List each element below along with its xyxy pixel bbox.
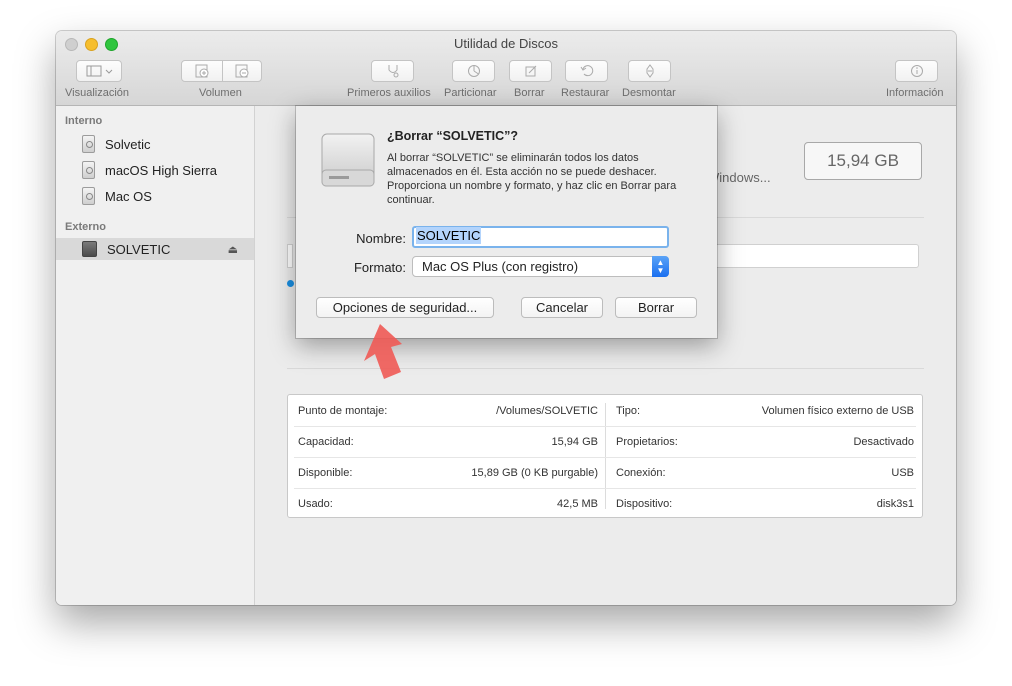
internal-disk-icon [82,187,95,205]
sidebar-header-internal: Interno [65,115,103,127]
info-button[interactable] [895,60,938,82]
sidebar-item-label: macOS High Sierra [105,162,217,178]
sidebar-item-solvetic-external[interactable]: SOLVETIC ⏏ [56,238,254,260]
external-drive-icon [321,133,375,187]
volume-segmented-control[interactable] [181,60,262,82]
sidebar-item-label: Mac OS [105,188,152,204]
toolbar-label-primeros-auxilios: Primeros auxilios [347,87,431,99]
window-title: Utilidad de Discos [453,36,559,51]
sidebar-item-label: Solvetic [105,136,151,152]
info-table: Punto de montaje: /Volumes/SOLVETIC Tipo… [287,394,923,518]
info-icon [910,65,923,77]
first-aid-button[interactable] [371,60,414,82]
internal-disk-icon [82,135,95,153]
unmount-button[interactable] [628,60,671,82]
capacity-badge: 15,94 GB [804,142,922,180]
external-disk-icon [82,241,97,257]
erase-dialog: ¿Borrar “SOLVETIC”? Al borrar “SOLVETIC”… [296,106,717,338]
restore-icon [580,65,593,77]
security-options-button[interactable]: Opciones de seguridad... [316,297,494,318]
cancel-button[interactable]: Cancelar [521,297,603,318]
format-select[interactable]: Mac OS Plus (con registro) ▲ ▼ [412,256,669,277]
pie-chart-icon [467,65,480,77]
table-row: Capacidad: 15,94 GB Propietarios: Desact… [298,436,914,448]
confirm-erase-button[interactable]: Borrar [615,297,697,318]
sidebar-item-label: SOLVETIC [107,241,171,257]
eject-icon[interactable]: ⏏ [228,243,238,256]
sidebar-header-external: Externo [65,221,106,233]
annotation-arrow-icon [364,324,402,379]
table-row: Usado: 42,5 MB Dispositivo: disk3s1 [298,498,914,510]
toolbar-label-particionar: Particionar [444,87,497,99]
toolbar-label-informacion: Información [886,87,944,99]
dialog-message: Al borrar “SOLVETIC” se eliminarán todos… [387,152,677,206]
toolbar: Utilidad de Discos Visualización Volumen… [56,31,956,106]
internal-disk-icon [82,161,95,179]
sidebar-item-solvetic[interactable]: Solvetic [56,133,254,155]
name-field-value: SOLVETIC [416,227,482,244]
table-row: Disponible: 15,89 GB (0 KB purgable) Con… [298,467,914,479]
updown-chevron-icon: ▲ ▼ [652,256,669,277]
erase-button[interactable] [509,60,552,82]
erase-icon [525,65,536,77]
toolbar-label-borrar: Borrar [514,87,545,99]
sidebar-view-icon [86,65,113,77]
usage-bar-left [287,244,293,268]
toolbar-label-desmontar: Desmontar [622,87,676,99]
name-label: Nombre: [356,231,406,246]
unmount-icon [646,64,653,78]
toolbar-label-visualizacion: Visualización [65,87,130,99]
chevron-down-icon [105,69,113,74]
toolbar-label-volumen: Volumen [199,87,242,99]
sidebar-item-mac-os[interactable]: Mac OS [56,185,254,207]
restore-button[interactable] [565,60,608,82]
format-label: Formato: [353,260,406,275]
partition-button[interactable] [452,60,495,82]
sidebar: Interno Solvetic macOS High Sierra Mac O… [56,106,255,605]
name-field[interactable]: SOLVETIC [412,226,669,248]
format-select-value: Mac OS Plus (con registro) [422,259,579,274]
disk-utility-window: Utilidad de Discos Visualización Volumen… [56,31,956,605]
legend-dot [287,280,294,287]
view-toggle-button[interactable] [76,60,122,82]
sidebar-item-macos-high-sierra[interactable]: macOS High Sierra [56,159,254,181]
toolbar-label-restaurar: Restaurar [561,87,610,99]
add-volume-icon [195,64,209,78]
table-row: Punto de montaje: /Volumes/SOLVETIC Tipo… [298,405,914,417]
remove-volume-icon [235,64,249,78]
stethoscope-icon [388,65,398,78]
dialog-title: ¿Borrar “SOLVETIC”? [387,129,519,143]
